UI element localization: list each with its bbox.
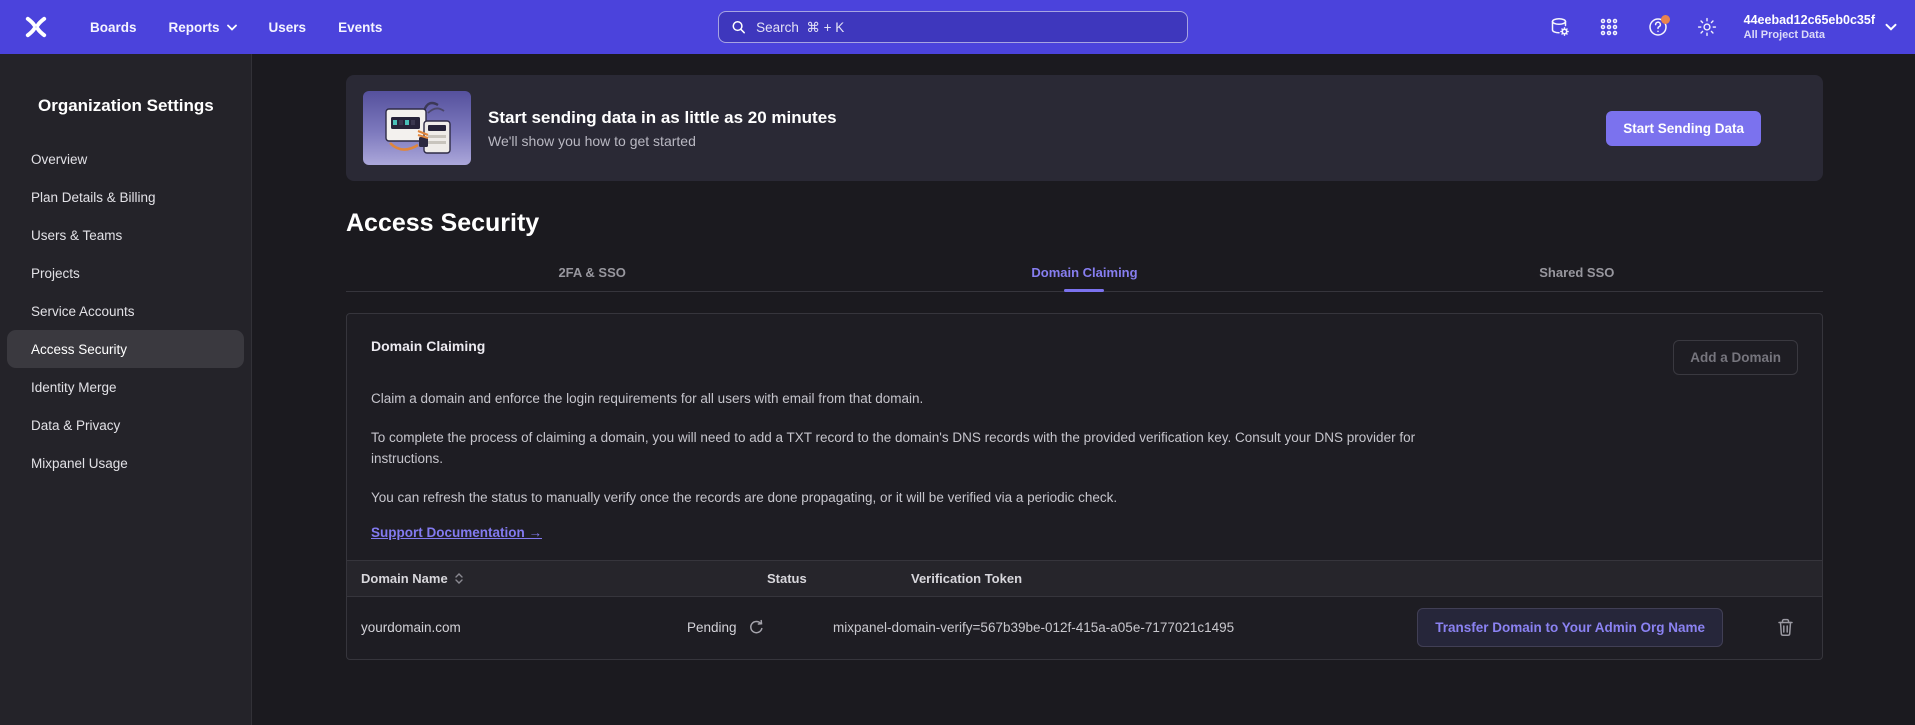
chevron-down-icon [227,24,237,31]
card-header: Domain Claiming Add a Domain [347,314,1822,375]
help-button[interactable] [1640,9,1676,45]
domain-claiming-card: Domain Claiming Add a Domain Claim a dom… [346,313,1823,660]
search-input[interactable] [756,20,1175,35]
main-content: Start sending data in as little as 20 mi… [252,54,1915,725]
sidebar-item-data-privacy[interactable]: Data & Privacy [7,406,244,444]
sidebar-item-overview[interactable]: Overview [7,140,244,178]
apps-grid-icon [1599,17,1619,37]
card-title: Domain Claiming [371,338,485,354]
account-menu[interactable]: 44eebad12c65eb0c35f All Project Data [1744,12,1897,43]
database-gear-icon [1549,16,1571,38]
sidebar-item-projects[interactable]: Projects [7,254,244,292]
refresh-icon [748,619,765,636]
sidebar-item-users-teams[interactable]: Users & Teams [7,216,244,254]
sort-icon [455,573,463,584]
domains-table-header: Domain Name Status Verification Token [347,560,1822,597]
nav-item-label: Users [269,20,307,35]
nav-item-boards[interactable]: Boards [74,12,153,43]
column-header-verification-token: Verification Token [827,571,1422,586]
sidebar-item-service-accounts[interactable]: Service Accounts [7,292,244,330]
nav-item-events[interactable]: Events [322,12,398,43]
settings-button[interactable] [1689,9,1725,45]
start-sending-data-button[interactable]: Start Sending Data [1606,111,1761,146]
tab-shared-sso[interactable]: Shared SSO [1331,254,1823,291]
nav-item-users[interactable]: Users [253,12,323,43]
trash-icon [1777,618,1794,637]
banner-subtitle: We'll show you how to get started [488,133,837,149]
top-navbar: Boards Reports Users Events [0,0,1915,54]
apps-grid-button[interactable] [1591,9,1627,45]
column-header-domain-name[interactable]: Domain Name [347,571,687,586]
gear-icon [1696,16,1718,38]
domain-table-row: yourdomain.com Pending mixpanel-domain-v… [347,597,1822,659]
mixpanel-logo-icon[interactable] [22,13,50,41]
page-title: Access Security [346,209,1823,238]
org-id: 44eebad12c65eb0c35f [1744,12,1875,28]
chevron-down-icon [1885,23,1897,31]
banner-title: Start sending data in as little as 20 mi… [488,108,837,128]
verification-token-cell: mixpanel-domain-verify=567b39be-012f-415… [827,620,1422,635]
nav-item-label: Events [338,20,382,35]
tab-2fa-sso[interactable]: 2FA & SSO [346,254,838,291]
nav-item-reports[interactable]: Reports [153,12,253,43]
tab-domain-claiming[interactable]: Domain Claiming [838,254,1330,291]
data-management-button[interactable] [1542,9,1578,45]
sidebar-item-access-security[interactable]: Access Security [7,330,244,368]
sidebar-item-plan-details-billing[interactable]: Plan Details & Billing [7,178,244,216]
sidebar-item-identity-merge[interactable]: Identity Merge [7,368,244,406]
notification-dot [1661,15,1670,24]
refresh-status-button[interactable] [748,619,765,636]
nav-right-controls: 44eebad12c65eb0c35f All Project Data [1542,9,1897,45]
banner-text: Start sending data in as little as 20 mi… [488,108,837,149]
onboarding-banner: Start sending data in as little as 20 mi… [346,75,1823,181]
card-paragraph: To complete the process of claiming a do… [371,428,1436,470]
nav-item-label: Boards [90,20,137,35]
devices-illustration-icon [374,97,460,159]
column-header-label: Domain Name [361,571,448,586]
card-body: Claim a domain and enforce the login req… [347,389,1822,560]
account-info: 44eebad12c65eb0c35f All Project Data [1744,12,1875,43]
card-paragraph: Claim a domain and enforce the login req… [371,389,1436,410]
org-settings-sidebar: Organization Settings Overview Plan Deta… [0,54,252,725]
project-name: All Project Data [1744,28,1875,42]
search-icon [731,19,746,35]
status-text: Pending [687,620,737,635]
banner-illustration [363,91,471,165]
add-domain-button[interactable]: Add a Domain [1673,340,1798,375]
status-cell: Pending [687,619,827,636]
support-documentation-link[interactable]: Support Documentation → [371,525,542,540]
row-actions: Transfer Domain to Your Admin Org Name [1422,608,1822,647]
global-search[interactable] [718,11,1188,43]
domain-name-cell: yourdomain.com [347,620,687,635]
sidebar-item-mixpanel-usage[interactable]: Mixpanel Usage [7,444,244,482]
access-security-tabs: 2FA & SSO Domain Claiming Shared SSO [346,254,1823,292]
sidebar-title: Organization Settings [38,96,251,116]
delete-domain-button[interactable] [1777,618,1794,637]
nav-item-label: Reports [169,20,220,35]
transfer-domain-button[interactable]: Transfer Domain to Your Admin Org Name [1417,608,1723,647]
card-paragraph: You can refresh the status to manually v… [371,488,1436,509]
column-header-status: Status [687,571,827,586]
